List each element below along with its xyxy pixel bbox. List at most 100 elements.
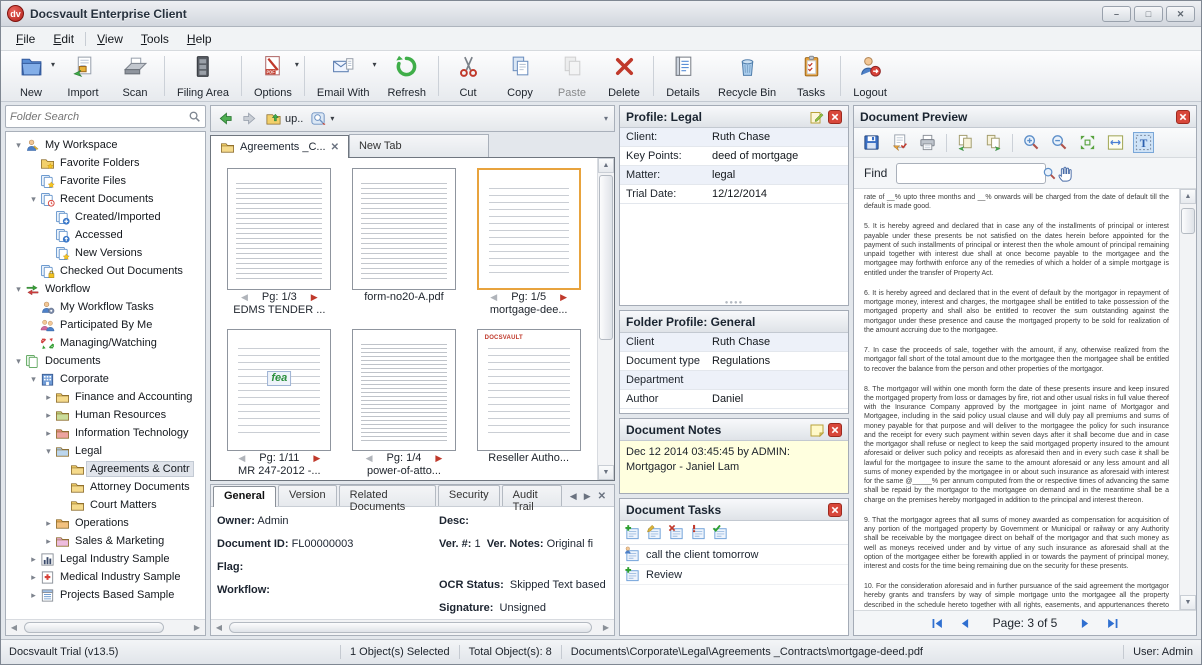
- tree-item-legal-industry-sample[interactable]: ▸Legal Industry Sample: [6, 550, 205, 568]
- collapse-icon[interactable]: ▾: [12, 140, 25, 151]
- tree-item-operations[interactable]: ▸Operations: [6, 514, 205, 532]
- tabs-scroll-left-icon[interactable]: ◀: [570, 491, 577, 502]
- folder-search-box[interactable]: [5, 105, 206, 128]
- tree-item-medical-industry-sample[interactable]: ▸Medical Industry Sample: [6, 568, 205, 586]
- scroll-down-icon[interactable]: ▼: [598, 465, 614, 480]
- menu-tools[interactable]: Tools: [132, 29, 178, 49]
- search-icon[interactable]: [188, 110, 201, 123]
- tree-item-recent-documents[interactable]: ▾Recent Documents: [6, 190, 205, 208]
- expand-icon[interactable]: ▸: [42, 410, 55, 421]
- menu-help[interactable]: Help: [178, 29, 221, 49]
- hand-pan-icon[interactable]: [1055, 164, 1074, 183]
- scrollbar-thumb[interactable]: [229, 622, 592, 633]
- tree-item-attorney-documents[interactable]: Attorney Documents: [6, 478, 205, 496]
- expand-icon[interactable]: ▸: [42, 518, 55, 529]
- details-horizontal-scrollbar[interactable]: ◀ ▶: [211, 619, 614, 635]
- toolbar-delete-button[interactable]: Delete: [598, 51, 650, 101]
- details-tab-security[interactable]: Security: [438, 485, 500, 506]
- thumbnail-page[interactable]: [477, 168, 581, 290]
- toolbar-scan-button[interactable]: Scan: [109, 51, 161, 101]
- complete-task-icon[interactable]: [712, 524, 729, 541]
- tree-item-my-workflow-tasks[interactable]: My Workflow Tasks: [6, 298, 205, 316]
- forward-icon[interactable]: [241, 110, 258, 127]
- delete-task-icon[interactable]: [668, 524, 685, 541]
- export-icon[interactable]: [890, 133, 909, 152]
- details-tab-audit-trail[interactable]: Audit Trail: [502, 485, 562, 506]
- folder-search-input[interactable]: [10, 111, 188, 123]
- thumbnail-next-page-icon[interactable]: ▶: [435, 453, 442, 464]
- preview-vertical-scrollbar[interactable]: ▲ ▼: [1179, 189, 1196, 610]
- expand-icon[interactable]: ▸: [27, 590, 40, 601]
- thumbnail-item[interactable]: fea◀Pg: 1/11▶MR 247-2012 -...: [217, 329, 342, 480]
- zoom-out-icon[interactable]: [1050, 133, 1069, 152]
- expand-icon[interactable]: ▸: [42, 536, 55, 547]
- scrollbar-thumb[interactable]: [599, 175, 613, 340]
- toolbar-email-with-button[interactable]: ▾Email With: [308, 51, 379, 101]
- thumbnail-next-page-icon[interactable]: ▶: [311, 292, 318, 303]
- menu-view[interactable]: View: [88, 29, 132, 49]
- edit-task-icon[interactable]: [646, 524, 663, 541]
- zoom-in-icon[interactable]: [1022, 133, 1041, 152]
- thumbnail-item[interactable]: ◀Pg: 1/5▶mortgage-dee...: [466, 168, 591, 319]
- thumbnail-page[interactable]: DOCSVAULT: [477, 329, 581, 451]
- thumbnail-item[interactable]: ◀Pg: 1/3▶EDMS TENDER ...: [217, 168, 342, 319]
- toolbar-tasks-button[interactable]: Tasks: [785, 51, 837, 101]
- toolbar-filing-area-button[interactable]: Filing Area: [168, 51, 238, 101]
- thumbnail-page[interactable]: [227, 168, 331, 290]
- thumbnail-vertical-scrollbar[interactable]: ▲ ▼: [597, 158, 614, 480]
- menu-edit[interactable]: Edit: [44, 29, 83, 49]
- toolbar-options-button[interactable]: PDF▾Options: [245, 51, 301, 101]
- text-select-icon[interactable]: T: [1134, 133, 1153, 152]
- tree-item-documents[interactable]: ▾Documents: [6, 352, 205, 370]
- scrollbar-thumb[interactable]: [1181, 208, 1195, 234]
- expand-icon[interactable]: ▸: [42, 392, 55, 403]
- tree-item-managing-watching[interactable]: Managing/Watching: [6, 334, 205, 352]
- toolbar-logout-button[interactable]: Logout: [844, 51, 896, 101]
- close-button[interactable]: ✕: [1166, 6, 1195, 22]
- tree-item-court-matters[interactable]: Court Matters: [6, 496, 205, 514]
- task-item[interactable]: Review: [620, 565, 848, 585]
- thumbnail-item[interactable]: ◀Pg: 1/4▶power-of-atto...: [342, 329, 467, 480]
- expand-icon[interactable]: ▸: [27, 554, 40, 565]
- expand-icon[interactable]: ▸: [27, 572, 40, 583]
- tree-item-accessed[interactable]: Accessed: [6, 226, 205, 244]
- add-task-icon[interactable]: [624, 524, 641, 541]
- scroll-left-icon[interactable]: ◀: [6, 623, 22, 632]
- maximize-button[interactable]: □: [1134, 6, 1163, 22]
- thumbnail-item[interactable]: DOCSVAULTReseller Autho...: [466, 329, 591, 480]
- scroll-up-icon[interactable]: ▲: [598, 158, 614, 173]
- fit-page-icon[interactable]: [1078, 133, 1097, 152]
- thumbnail-next-page-icon[interactable]: ▶: [560, 292, 567, 303]
- toolbar-copy-button[interactable]: Copy: [494, 51, 546, 101]
- tree-item-favorite-folders[interactable]: Favorite Folders: [6, 154, 205, 172]
- toolbar-paste-button[interactable]: Paste: [546, 51, 598, 101]
- toolbar-details-button[interactable]: Details: [657, 51, 709, 101]
- toolbar-cut-button[interactable]: Cut: [442, 51, 494, 101]
- tab-close-icon[interactable]: ✕: [331, 142, 339, 153]
- collapse-icon[interactable]: ▾: [27, 194, 40, 205]
- first-page-icon[interactable]: [929, 616, 945, 631]
- toolbar-overflow-icon[interactable]: ▾: [604, 114, 608, 123]
- preview-close-icon[interactable]: [1176, 110, 1190, 124]
- thumbnail-page[interactable]: [352, 329, 456, 451]
- collapse-icon[interactable]: ▾: [42, 446, 55, 457]
- find-input-box[interactable]: [896, 163, 1046, 184]
- paste-page-icon[interactable]: [984, 133, 1003, 152]
- scroll-right-icon[interactable]: ▶: [189, 623, 205, 632]
- toolbar-refresh-button[interactable]: Refresh: [378, 51, 435, 101]
- profile-close-icon[interactable]: [828, 110, 842, 124]
- details-tab-version[interactable]: Version: [278, 485, 337, 506]
- priority-task-icon[interactable]: [690, 524, 707, 541]
- find-input[interactable]: [900, 167, 1042, 179]
- edit-profile-icon[interactable]: [810, 110, 824, 124]
- copy-page-icon[interactable]: [956, 133, 975, 152]
- tab-new-tab[interactable]: New Tab: [349, 134, 489, 157]
- expand-icon[interactable]: ▸: [42, 428, 55, 439]
- toolbar-recycle-bin-button[interactable]: Recycle Bin: [709, 51, 785, 101]
- details-tab-related-documents[interactable]: Related Documents: [339, 485, 436, 506]
- tree-item-corporate[interactable]: ▾Corporate: [6, 370, 205, 388]
- thumbnail-prev-page-icon[interactable]: ◀: [241, 292, 248, 303]
- scrollbar-thumb[interactable]: [24, 622, 164, 633]
- thumbnail-item[interactable]: form-no20-A.pdf: [342, 168, 467, 319]
- up-folder-button[interactable]: up..: [265, 110, 303, 127]
